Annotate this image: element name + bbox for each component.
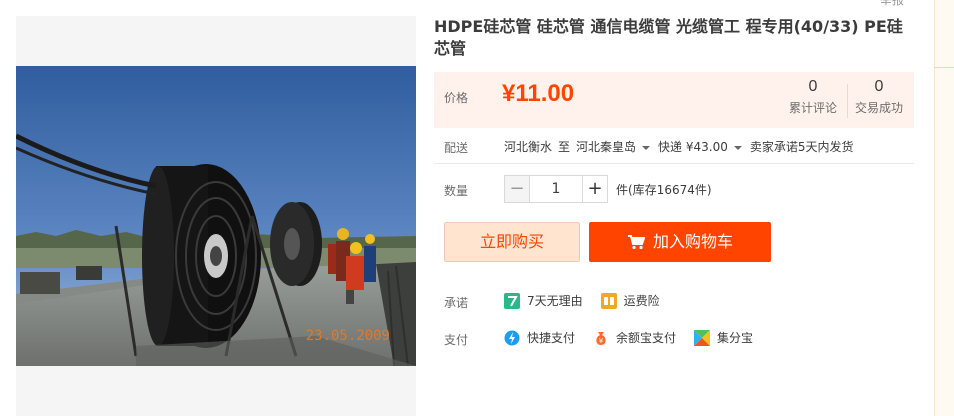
product-title: HDPE硅芯管 硅芯管 通信电缆管 光缆管工 程专用(40/33) PE硅芯管 (434, 17, 903, 58)
promise-label: 承诺 (444, 296, 469, 310)
shipping-promise: 卖家承诺5天内发货 (749, 140, 854, 154)
report-link[interactable]: 举报 (880, 0, 904, 8)
price-label: 价格 (444, 91, 469, 105)
yuebao-icon: ¥ (596, 331, 606, 345)
payment-text: 快捷支付 (527, 331, 576, 345)
promise-text: 7天无理由 (527, 294, 583, 308)
payment-item[interactable]: 快捷支付 (504, 329, 575, 346)
quantity-stepper: − 1 + 件(库存16674件) (504, 175, 712, 203)
payment-list: 快捷支付 ¥ 余额宝支付 集分宝 (504, 329, 771, 346)
buy-now-button[interactable]: 立即购买 (444, 222, 580, 262)
add-to-cart-button[interactable]: 加入购物车 (589, 222, 771, 262)
destination-select[interactable]: 河北秦皇岛 (576, 138, 636, 155)
chevron-down-icon[interactable] (733, 145, 742, 150)
quantity-decrease-button[interactable]: − (504, 175, 530, 203)
sales-count: 0 (874, 78, 884, 95)
product-gallery: 23.05.2009 (16, 16, 416, 416)
shipping-method-select[interactable]: 快递 ¥43.00 (658, 138, 728, 155)
shipping-label: 配送 (444, 141, 469, 155)
svg-text:¥: ¥ (599, 337, 604, 345)
photo-date-stamp: 23.05.2009 (305, 328, 390, 344)
add-to-cart-label: 加入购物车 (652, 232, 733, 251)
quick-pay-icon (504, 330, 520, 345)
seven-day-icon (504, 292, 520, 309)
divider (434, 163, 914, 164)
payment-text: 集分宝 (717, 331, 754, 345)
quantity-increase-button[interactable]: + (582, 175, 608, 203)
promise-text: 运费险 (623, 294, 660, 308)
shipping-to: 至 (558, 140, 571, 154)
promise-list: 7天无理由 运费险 (504, 292, 678, 309)
product-page: 举报 23.05.2009 HDPE硅芯管 硅芯管 通信电缆管 光缆管工 程专用… (0, 0, 954, 416)
price-value: ¥11.00 (502, 80, 575, 107)
cable-reel-photo (16, 66, 416, 366)
freight-insurance-icon (600, 292, 617, 309)
shipping-origin: 河北衡水 (504, 140, 553, 154)
cart-icon (627, 235, 645, 250)
price-panel: 价格 ¥11.00 0 累计评论 0 交易成功 (434, 72, 914, 128)
sales-stat[interactable]: 0 交易成功 (848, 78, 910, 116)
quantity-stock: 件(库存16674件) (616, 182, 712, 197)
promise-item[interactable]: 7天无理由 (504, 292, 583, 309)
sales-label: 交易成功 (854, 101, 903, 115)
payment-item[interactable]: 集分宝 (694, 329, 753, 346)
side-rail-top (934, 0, 954, 68)
jifenbao-icon (694, 329, 711, 346)
quantity-label: 数量 (444, 184, 469, 198)
reviews-stat[interactable]: 0 累计评论 (782, 78, 844, 116)
shipping-row: 河北衡水 至 河北秦皇岛 快递 ¥43.00 卖家承诺5天内发货 (504, 138, 854, 155)
quantity-input[interactable]: 1 (530, 175, 582, 203)
payment-item[interactable]: ¥ 余额宝支付 (593, 329, 676, 346)
promise-item[interactable]: 运费险 (600, 292, 660, 309)
payment-text: 余额宝支付 (616, 331, 677, 345)
reviews-count: 0 (808, 78, 818, 95)
reviews-label: 累计评论 (788, 101, 837, 115)
chevron-down-icon[interactable] (642, 145, 651, 150)
payment-label: 支付 (444, 333, 469, 347)
product-photo[interactable]: 23.05.2009 (16, 66, 416, 366)
